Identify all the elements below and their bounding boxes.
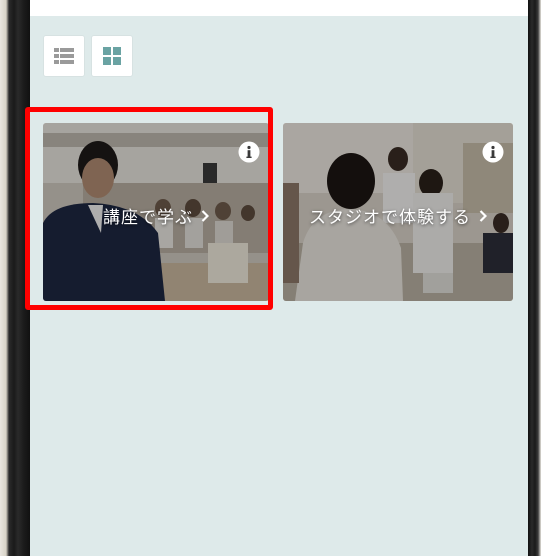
chevron-right-icon — [479, 209, 487, 222]
phone-frame-right — [528, 0, 541, 556]
app-screen: 講座で学ぶ スタジオで体験する — [30, 16, 528, 556]
card-title: 講座で学ぶ — [103, 208, 193, 228]
grid-icon — [103, 47, 121, 65]
course-card-lecture[interactable]: 講座で学ぶ — [43, 123, 269, 301]
chevron-right-icon — [201, 209, 209, 222]
card-label-row: 講座で学ぶ — [43, 203, 269, 228]
info-icon[interactable] — [482, 141, 504, 163]
device-screenshot: 講座で学ぶ スタジオで体験する — [0, 0, 541, 556]
info-icon[interactable] — [238, 141, 260, 163]
list-view-toggle[interactable] — [44, 36, 84, 76]
course-card-studio[interactable]: スタジオで体験する — [283, 123, 513, 301]
card-label-row: スタジオで体験する — [283, 203, 513, 228]
phone-frame-left — [0, 0, 30, 556]
grid-view-toggle[interactable] — [92, 36, 132, 76]
card-title: スタジオで体験する — [309, 208, 471, 228]
list-icon — [54, 48, 74, 64]
